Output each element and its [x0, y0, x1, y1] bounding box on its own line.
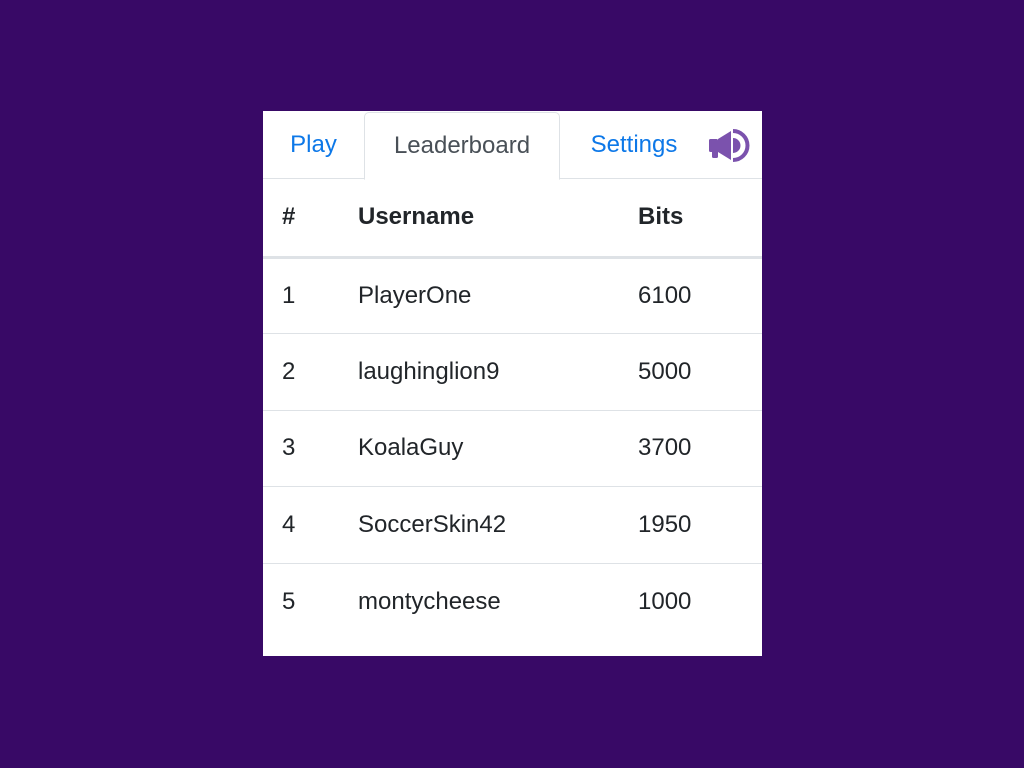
game-panel: Play Leaderboard Settings # Username Bit…	[263, 111, 762, 656]
tab-leaderboard[interactable]: Leaderboard	[364, 112, 560, 180]
table-row: 2 laughinglion9 5000	[263, 333, 762, 411]
bits-cell: 6100	[619, 257, 762, 334]
rank-cell: 5	[282, 587, 296, 615]
table-row: 1 PlayerOne 6100	[263, 257, 762, 334]
bits-cell: 1950	[619, 486, 762, 564]
bits-cell: 5000	[619, 333, 762, 411]
username-cell: SoccerSkin42	[339, 486, 619, 564]
sound-toggle-button[interactable]	[707, 127, 751, 163]
bits-cell: 3700	[619, 410, 762, 487]
username-cell: PlayerOne	[339, 257, 619, 334]
rank-cell: 2	[263, 333, 339, 411]
megaphone-icon	[709, 129, 750, 162]
tab-settings[interactable]: Settings	[560, 111, 708, 179]
table-row: 4 SoccerSkin42 1950	[263, 486, 762, 564]
table-header-row: # Username Bits	[263, 179, 762, 259]
tab-play[interactable]: Play	[263, 111, 364, 179]
tab-bar: Play Leaderboard Settings	[263, 111, 762, 180]
username-cell: KoalaGuy	[339, 410, 619, 487]
username-cell: montycheese	[358, 587, 501, 615]
header-rank: #	[263, 179, 339, 259]
rank-cell: 1	[263, 257, 339, 334]
header-bits: Bits	[619, 179, 762, 259]
leaderboard-table: # Username Bits 1 PlayerOne 6100 2 laugh…	[263, 179, 762, 640]
bits-cell: 1000	[638, 587, 692, 615]
table-row: 5 montycheese 1000	[263, 563, 762, 640]
username-cell: laughinglion9	[339, 333, 619, 411]
rank-cell: 4	[263, 486, 339, 564]
rank-cell: 3	[263, 410, 339, 487]
table-row: 3 KoalaGuy 3700	[263, 410, 762, 487]
header-username: Username	[339, 179, 619, 259]
